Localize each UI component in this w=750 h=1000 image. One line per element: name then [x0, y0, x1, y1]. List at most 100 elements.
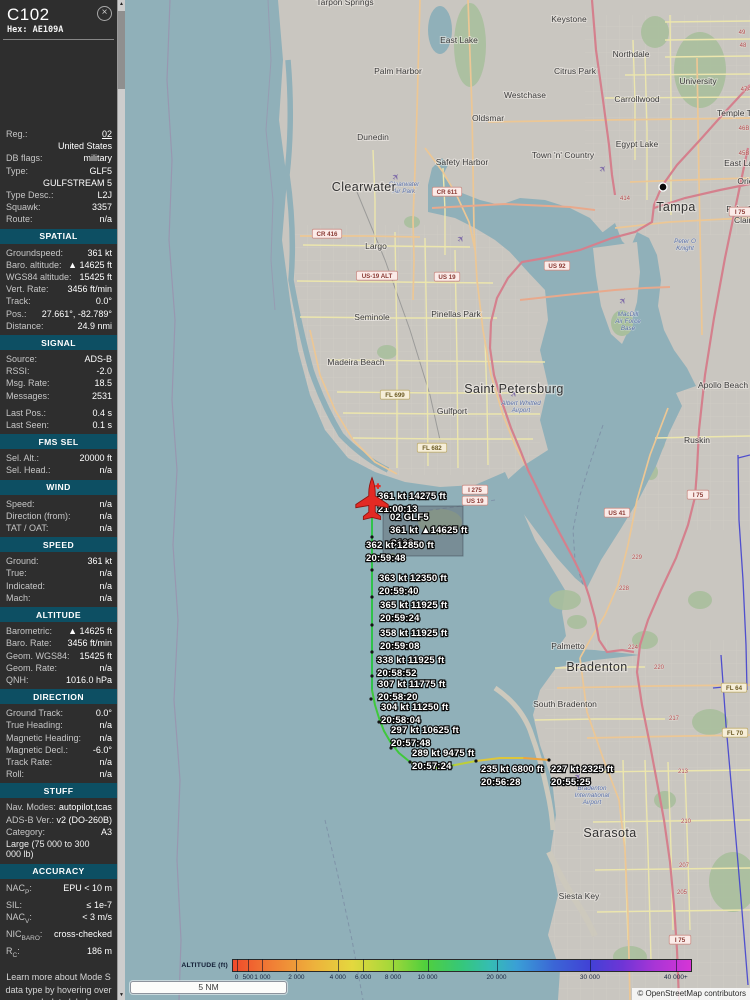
data-label: Speed: [6, 498, 35, 509]
data-value: n/a [99, 720, 112, 731]
place-label: Orient [737, 176, 750, 186]
data-label: Sel. Head.: [6, 465, 51, 476]
data-value: 15425 ft [79, 650, 112, 661]
data-row: Type: GLF5 [0, 165, 117, 177]
trail-label-time: 20:59:08 [380, 641, 420, 652]
data-label: Route: [6, 214, 33, 225]
trail-point[interactable] [474, 759, 478, 763]
data-label: Squawk: [6, 202, 41, 213]
exit-number: 205 [677, 890, 688, 896]
road-shield-label: US 41 [608, 510, 626, 517]
data-label: Category: [6, 826, 46, 837]
data-row: Baro. Rate: 3456 ft/min [0, 637, 117, 649]
osm-attribution[interactable]: © OpenStreetMap contributors [632, 988, 750, 1000]
trail-label: 338 kt 11925 ft [377, 655, 445, 666]
data-row: RC: 186 m [0, 945, 117, 962]
scrollbar-thumb[interactable] [118, 11, 125, 89]
data-row: Indicated: n/a [0, 580, 117, 592]
data-label: Track Rate: [6, 756, 53, 767]
trail-label: 358 kt 11925 ft [380, 628, 448, 639]
aircraft-photo-placeholder [0, 40, 117, 128]
road-shield-label: I 75 [735, 209, 746, 216]
data-label: NACP: [6, 882, 32, 896]
trail-label-time: 20:55:25 [551, 777, 591, 788]
place-label: Gulfport [437, 406, 468, 416]
data-value: 361 kt [87, 556, 112, 567]
data-value: n/a [99, 523, 112, 534]
place-label: Siesta Key [559, 891, 600, 901]
data-row: Sel. Alt.: 20000 ft [0, 452, 117, 464]
trail-point[interactable] [370, 650, 374, 654]
trail-label: 363 kt 12350 ft [379, 573, 448, 584]
data-row: Ground Track: 0.0° [0, 707, 117, 719]
data-row: TAT / OAT: n/a [0, 522, 117, 534]
exit-number: 220 [654, 665, 665, 671]
data-label: Messages: [6, 390, 50, 401]
data-label: True: [6, 568, 27, 579]
altitude-legend-bar [232, 959, 692, 972]
trail-point[interactable] [370, 568, 374, 572]
trail-label: 304 kt 11250 ft [381, 702, 449, 713]
data-row: Geom. Rate: n/a [0, 662, 117, 674]
trail-point[interactable] [370, 535, 374, 539]
trail-label: 235 kt 6800 ft [481, 764, 544, 775]
data-row: Magnetic Heading: n/a [0, 732, 117, 744]
place-label: Westchase [504, 90, 546, 100]
map-svg[interactable]: ✈✈✈✈✈✈ ClearwaterAir ParkAlbert WhittedA… [125, 0, 750, 1000]
trail-point[interactable] [369, 697, 373, 701]
place-label: Madeira Beach [327, 357, 384, 367]
data-row: Last Seen: 0.1 s [0, 419, 117, 431]
map-canvas[interactable]: ✈ ✈ ✈ ✈ ✈ ✈ Clearwater Air Park Albert Whitted A… [125, 0, 750, 1000]
data-label: Roll: [6, 769, 25, 780]
data-value: 361 kt [87, 247, 112, 258]
data-row: SIL: ≤ 1e-7 [0, 899, 117, 911]
road-shield-label: CR 611 [437, 189, 458, 196]
data-label: Mach: [6, 592, 31, 603]
trail-point[interactable] [370, 623, 374, 627]
place-label: Pinellas Park [431, 309, 481, 319]
data-row: RSSI: -2.0 [0, 365, 117, 377]
receiver-location-dot[interactable] [658, 182, 668, 192]
trail-label: 365 kt 11925 ft [380, 600, 448, 611]
data-label: DB flags: [6, 153, 43, 164]
road-shield-label: FL 699 [385, 392, 405, 399]
receiver-layer [658, 182, 668, 192]
trail-point[interactable] [370, 595, 374, 599]
data-row: Sel. Head.: n/a [0, 464, 117, 476]
scroll-down-icon[interactable]: ▼ [118, 991, 125, 1000]
trail-label: 289 kt 9475 ft [412, 748, 475, 759]
airport-label: Airport [511, 407, 531, 414]
airport-label: International [575, 792, 610, 799]
exit-number: 49 [739, 30, 746, 36]
data-label: Type: [6, 165, 29, 176]
exit-number: 46B [739, 126, 750, 132]
place-label: Egypt Lake [616, 139, 659, 149]
data-label: WGS84 altitude: [6, 272, 72, 283]
data-row: Pos.: 27.661°, -82.789° [0, 308, 117, 320]
place-label: Palm Harbor [374, 66, 422, 76]
data-value[interactable]: 02 [102, 129, 112, 139]
trail-label-time: 20:59:40 [379, 586, 419, 597]
section-header: DIRECTION [0, 689, 117, 705]
scroll-up-icon[interactable]: ▲ [118, 0, 125, 9]
place-label: Town 'n' Country [532, 150, 595, 160]
data-label: Magnetic Heading: [6, 732, 82, 743]
data-label: Nav. Modes: [6, 802, 56, 813]
trail-label: 362 kt 12850 ft [366, 540, 435, 551]
place-label: Largo [365, 241, 387, 251]
place-label: Tampa [656, 200, 696, 214]
data-row: Squawk: 3357 [0, 201, 117, 213]
trail-point[interactable] [370, 674, 374, 678]
category-description: Large (75 000 to 300 000 lb) [6, 838, 90, 860]
data-value: 3357 [91, 202, 112, 213]
place-label: Sarasota [583, 826, 636, 840]
close-icon[interactable]: × [97, 6, 112, 21]
trail-point[interactable] [547, 758, 551, 762]
data-value: n/a [99, 580, 112, 591]
place-label: Palmetto [551, 641, 585, 651]
exit-number: 213 [678, 769, 689, 775]
sidebar-scrollbar[interactable]: ▲ ▼ [117, 0, 125, 1000]
trail-label-time: 20:59:24 [380, 613, 420, 624]
place-label: University [679, 76, 717, 86]
data-label: TAT / OAT: [6, 523, 49, 534]
